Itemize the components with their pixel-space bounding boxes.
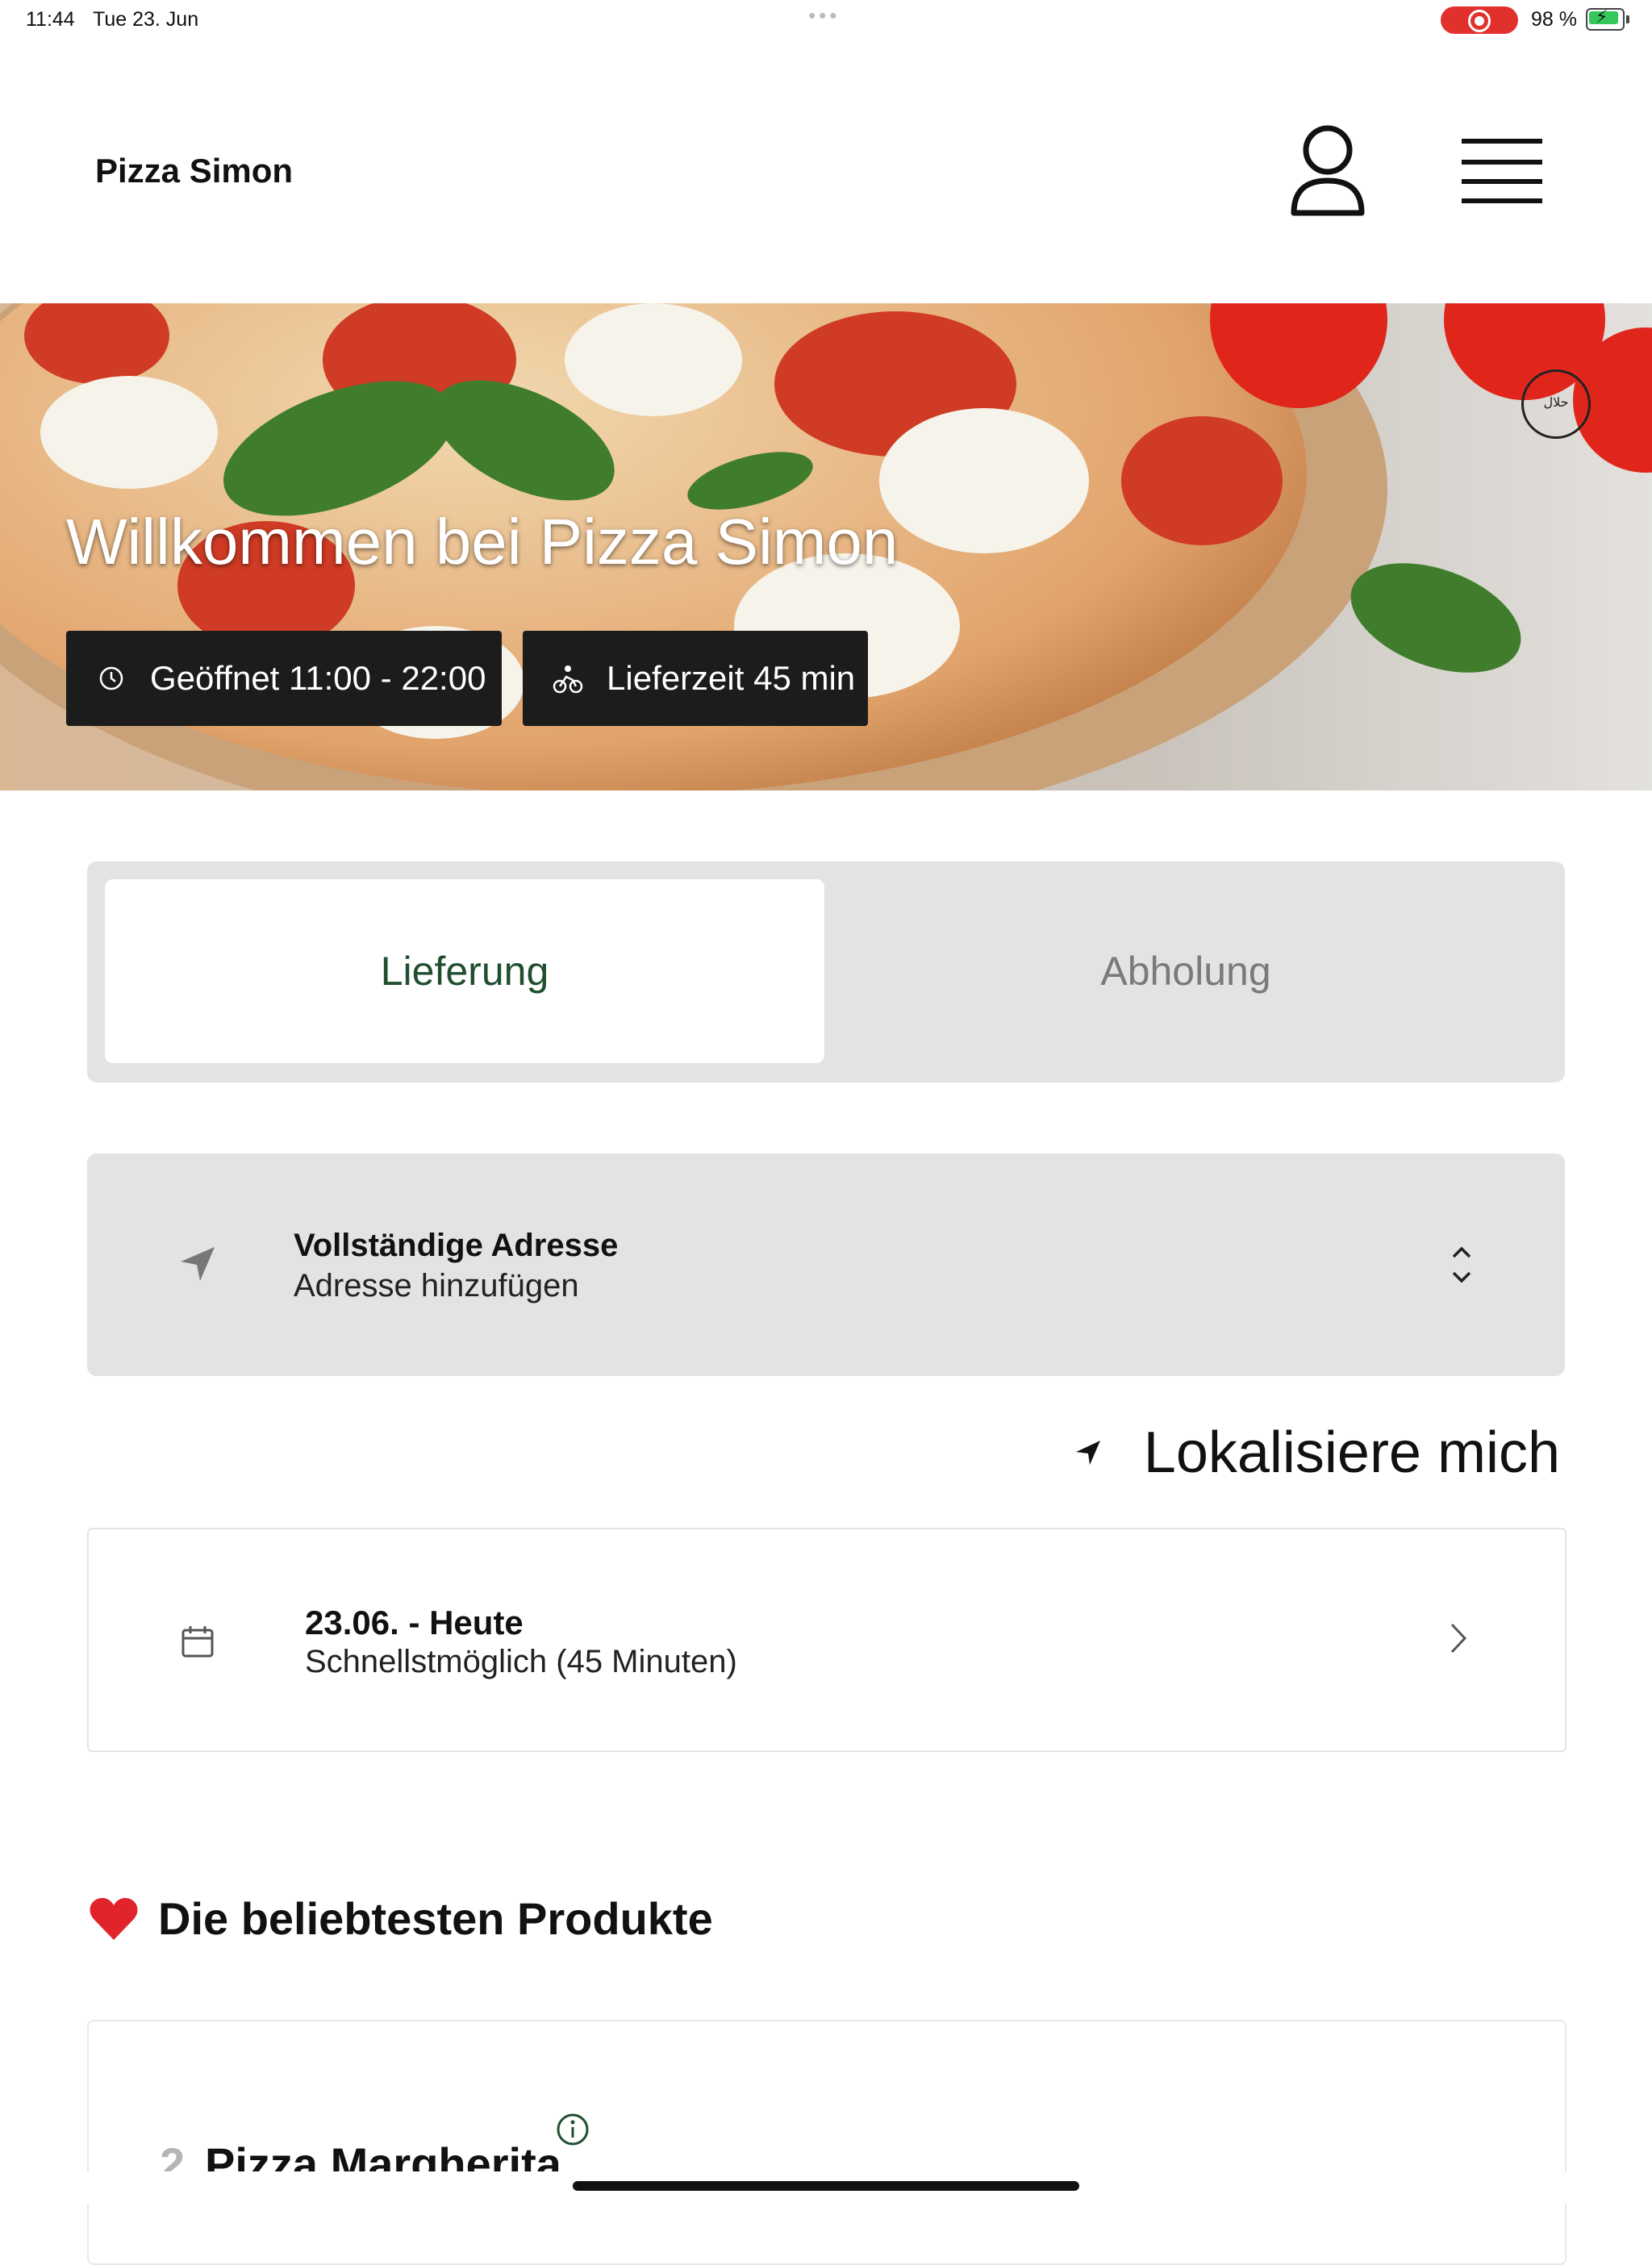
schedule-time: Schnellstmöglich (45 Minuten) — [305, 1644, 737, 1679]
bicycle-courier-icon — [553, 665, 583, 694]
hamburger-menu-icon[interactable] — [1462, 136, 1542, 206]
address-label: Vollständige Adresse — [294, 1228, 619, 1263]
chevron-right-icon — [1450, 1623, 1467, 1654]
tab-pickup[interactable]: Abholung — [824, 879, 1547, 1063]
delivery-time-label: Lieferzeit 45 min — [607, 659, 856, 697]
user-account-icon[interactable] — [1289, 123, 1366, 219]
opening-hours-label: Geöffnet 11:00 - 22:00 — [150, 659, 486, 697]
order-mode-toggle: Lieferung Abholung — [87, 861, 1565, 1082]
locate-me-button[interactable]: Lokalisiere mich — [1073, 1420, 1560, 1486]
multitasking-dots[interactable]: ••• — [808, 3, 840, 28]
hero-title: Willkommen bei Pizza Simon — [66, 506, 899, 578]
popular-products-title: Die beliebtesten Produkte — [158, 1893, 713, 1944]
delivery-schedule-selector[interactable]: 23.06. - Heute Schnellstmöglich (45 Minu… — [87, 1528, 1566, 1752]
schedule-date: 23.06. - Heute — [305, 1604, 524, 1641]
status-date: Tue 23. Jun — [93, 8, 199, 31]
screen-recording-indicator[interactable] — [1441, 6, 1518, 34]
clock-icon — [99, 666, 123, 690]
locate-me-label: Lokalisiere mich — [1143, 1420, 1560, 1485]
brand-name[interactable]: Pizza Simon — [95, 152, 293, 190]
status-time: 11:44 — [26, 8, 75, 31]
location-arrow-icon — [1075, 1441, 1100, 1465]
address-placeholder: Adresse hinzufügen — [294, 1268, 579, 1304]
opening-hours-chip[interactable]: Geöffnet 11:00 - 22:00 — [66, 631, 502, 726]
navigation-arrow-icon — [181, 1247, 215, 1281]
calendar-icon — [181, 1626, 214, 1658]
address-selector[interactable]: Vollständige Adresse Adresse hinzufügen — [87, 1153, 1565, 1376]
popular-products-heading: Die beliebtesten Produkte — [89, 1892, 713, 1945]
home-indicator[interactable] — [573, 2181, 1079, 2191]
status-bar: 11:44 Tue 23. Jun ••• 98 % ⚡ — [0, 0, 1652, 39]
battery-percent: 98 % — [1531, 8, 1577, 31]
halal-badge-icon: حلال — [1521, 369, 1591, 439]
heart-icon — [90, 1897, 138, 1940]
battery-icon: ⚡ — [1586, 6, 1629, 31]
product-card[interactable]: 2 Pizza Margherita — [87, 2020, 1566, 2265]
info-icon[interactable] — [555, 2112, 590, 2147]
tab-delivery[interactable]: Lieferung — [105, 879, 824, 1063]
chevron-up-down-icon — [1452, 1246, 1471, 1283]
delivery-time-chip[interactable]: Lieferzeit 45 min — [523, 631, 868, 726]
